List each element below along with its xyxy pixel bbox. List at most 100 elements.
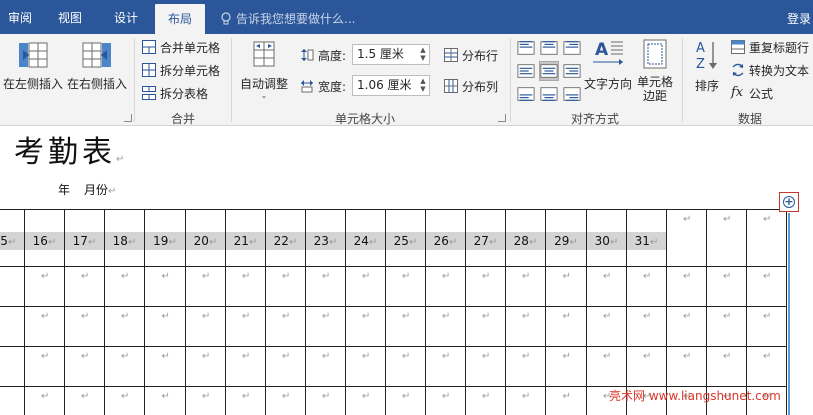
cell-margins-button[interactable]: 单元格 边距 [634, 38, 676, 103]
align-top-right-button[interactable] [562, 38, 582, 58]
table-cell[interactable]: ↵ [346, 387, 386, 415]
table-cell[interactable]: ↵ [667, 267, 707, 307]
table-cell[interactable]: ↵ [25, 387, 65, 415]
table-header-cell[interactable]: 26↵ [426, 210, 466, 267]
table-cell[interactable]: ↵ [386, 347, 426, 387]
split-table-button[interactable]: 拆分表格 [142, 83, 208, 103]
table-cell[interactable]: ↵ [266, 347, 306, 387]
table-cell[interactable]: ↵ [226, 347, 266, 387]
align-top-left-button[interactable] [516, 38, 536, 58]
table-cell[interactable]: ↵ [426, 347, 466, 387]
table-cell[interactable]: ↵ [105, 387, 145, 415]
stepper-arrows-icon[interactable]: ▲ ▼ [419, 77, 427, 94]
table-cell[interactable]: ↵ [145, 267, 186, 307]
table-cell[interactable]: ↵ [707, 307, 747, 347]
table-cell[interactable]: ↵ [667, 347, 707, 387]
cell-size-launcher-icon[interactable] [498, 114, 506, 122]
align-bottom-center-button[interactable] [539, 84, 559, 104]
table-cell[interactable]: ↵ [426, 267, 466, 307]
tab-review[interactable]: 审阅 [0, 0, 40, 34]
convert-to-text-button[interactable]: 转换为文本 [731, 60, 809, 80]
table-cell[interactable] [0, 267, 25, 307]
table-cell[interactable]: ↵ [747, 267, 787, 307]
table-cell[interactable] [0, 307, 25, 347]
table-cell[interactable]: ↵ [105, 347, 145, 387]
align-top-center-button[interactable] [539, 38, 559, 58]
table-cell[interactable]: ↵ [65, 307, 105, 347]
table-cell[interactable]: ↵ [747, 307, 787, 347]
repeat-header-button[interactable]: 重复标题行 [731, 37, 809, 57]
table-cell[interactable]: ↵ [506, 267, 546, 307]
rows-cols-launcher-icon[interactable] [124, 114, 132, 122]
insert-right-button[interactable]: 在右侧插入 [66, 40, 128, 92]
table-header-cell[interactable]: 25↵ [386, 210, 426, 267]
table-cell[interactable]: ↵ [546, 387, 587, 415]
table-cell[interactable]: ↵ [266, 387, 306, 415]
table-cell[interactable]: ↵ [587, 347, 627, 387]
table-cell[interactable]: ↵ [226, 387, 266, 415]
row-height-stepper[interactable]: 1.5 厘米 ▲ ▼ [352, 44, 430, 65]
table-cell[interactable]: ↵ [546, 307, 587, 347]
table-cell[interactable]: ↵ [466, 267, 506, 307]
table-cell[interactable]: ↵ [627, 267, 667, 307]
autofit-button[interactable]: 自动调整 ⌄ [236, 40, 292, 100]
align-middle-right-button[interactable] [562, 61, 582, 81]
table-cell[interactable]: ↵ [426, 387, 466, 415]
tab-layout[interactable]: 布局 [155, 4, 205, 34]
table-cell[interactable]: ↵ [346, 267, 386, 307]
table-cell[interactable]: ↵ [105, 267, 145, 307]
table-cell[interactable]: ↵ [65, 267, 105, 307]
table-cell[interactable]: ↵ [186, 347, 226, 387]
table-header-cell[interactable]: 29↵ [546, 210, 587, 267]
table-header-cell[interactable]: 18↵ [105, 210, 145, 267]
document-area[interactable]: 考勤表↵ 年月份↵ 15↵16↵17↵18↵19↵20↵21↵22↵23↵24↵… [0, 127, 813, 415]
table-header-cell[interactable]: 30↵ [587, 210, 627, 267]
table-cell[interactable]: ↵ [627, 307, 667, 347]
insert-left-button[interactable]: 在左侧插入 [2, 40, 64, 92]
table-header-cell[interactable]: 21↵ [226, 210, 266, 267]
table-cell[interactable]: ↵ [587, 307, 627, 347]
table-cell[interactable]: ↵ [707, 267, 747, 307]
table-cell[interactable]: ↵ [466, 387, 506, 415]
table-cell[interactable]: ↵ [346, 347, 386, 387]
table-cell[interactable]: ↵ [145, 387, 186, 415]
table-cell[interactable]: ↵ [105, 307, 145, 347]
login-link[interactable]: 登录 [787, 10, 813, 27]
tab-view[interactable]: 视图 [48, 0, 92, 34]
distribute-rows-button[interactable]: 分布行 [444, 45, 498, 65]
add-column-button[interactable]: + [779, 192, 799, 212]
table-header-cell[interactable]: 19↵ [145, 210, 186, 267]
align-bottom-right-button[interactable] [562, 84, 582, 104]
table-cell[interactable]: ↵ [186, 387, 226, 415]
text-direction-button[interactable]: A 文字方向 [583, 38, 633, 92]
table-cell[interactable]: ↵ [226, 267, 266, 307]
table-cell[interactable]: ↵ [25, 267, 65, 307]
table-cell[interactable]: ↵ [65, 387, 105, 415]
table-header-cell[interactable]: 17↵ [65, 210, 105, 267]
tell-me-box[interactable]: 告诉我您想要做什么... [220, 10, 355, 27]
table-cell[interactable] [0, 387, 25, 415]
table-cell[interactable]: ↵ [506, 387, 546, 415]
table-header-cell[interactable]: ↵ [707, 210, 747, 267]
distribute-cols-button[interactable]: 分布列 [444, 76, 498, 96]
table-cell[interactable]: ↵ [546, 267, 587, 307]
table-header-cell[interactable]: 28↵ [506, 210, 546, 267]
table-cell[interactable]: ↵ [426, 307, 466, 347]
stepper-arrows-icon[interactable]: ▲ ▼ [419, 46, 427, 63]
table-header-cell[interactable]: 20↵ [186, 210, 226, 267]
table-cell[interactable]: ↵ [65, 347, 105, 387]
table-header-cell[interactable]: 31↵ [627, 210, 667, 267]
table-cell[interactable]: ↵ [466, 307, 506, 347]
align-middle-center-button[interactable] [539, 61, 559, 81]
table-cell[interactable]: ↵ [145, 307, 186, 347]
col-width-stepper[interactable]: 1.06 厘米 ▲ ▼ [352, 75, 430, 96]
table-header-cell[interactable]: 15↵ [0, 210, 25, 267]
table-cell[interactable]: ↵ [546, 347, 587, 387]
table-cell[interactable]: ↵ [627, 347, 667, 387]
table-cell[interactable]: ↵ [306, 267, 346, 307]
table-cell[interactable]: ↵ [25, 347, 65, 387]
table-cell[interactable]: ↵ [386, 267, 426, 307]
split-cells-button[interactable]: 拆分单元格 [142, 60, 220, 80]
table-cell[interactable]: ↵ [186, 307, 226, 347]
table-cell[interactable]: ↵ [346, 307, 386, 347]
